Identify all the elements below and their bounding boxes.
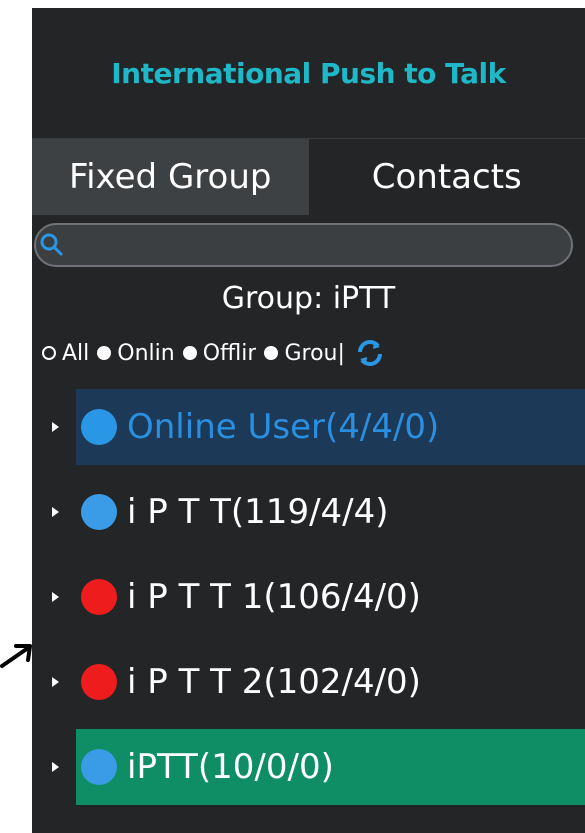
tree-row[interactable]: i P T T 2(102/4/0) — [32, 644, 585, 720]
status-dot — [81, 579, 117, 615]
tree-row-label: i P T T 1(106/4/0) — [127, 577, 421, 617]
current-group-label: Group: iPTT — [221, 281, 396, 316]
status-dot — [81, 494, 117, 530]
tab-bar: Fixed Group Contacts — [32, 139, 585, 215]
app-title: International Push to Talk — [111, 56, 506, 90]
tree-row-label: i P T T 2(102/4/0) — [127, 662, 421, 702]
expand-arrow-icon[interactable] — [52, 592, 59, 602]
filter-bar: All Onlin Offlir Grou| — [32, 331, 585, 375]
tab-fixed-group[interactable]: Fixed Group — [32, 139, 309, 215]
expand-arrow-icon[interactable] — [52, 422, 59, 432]
group-tree: Online User(4/4/0) i P T T(119/4/4) i P … — [32, 389, 585, 805]
status-dot — [81, 749, 117, 785]
expand-arrow-icon[interactable] — [52, 762, 59, 772]
expand-arrow-icon[interactable] — [52, 677, 59, 687]
expand-arrow-icon[interactable] — [52, 507, 59, 517]
pointer-arrow-icon — [0, 644, 32, 668]
title-bar: International Push to Talk — [32, 8, 585, 139]
radio-icon[interactable] — [42, 346, 56, 360]
filter-offline[interactable]: Offlir — [182, 340, 257, 366]
tree-row-label: i P T T(119/4/4) — [127, 492, 389, 532]
filter-group[interactable]: Grou| — [264, 340, 345, 366]
tree-row-label: Online User(4/4/0) — [127, 407, 440, 447]
search-icon[interactable] — [38, 231, 66, 259]
tree-row[interactable]: Online User(4/4/0) — [32, 389, 585, 465]
radio-icon[interactable] — [97, 346, 112, 360]
filter-online[interactable]: Onlin — [97, 340, 175, 366]
tree-row[interactable]: i P T T 1(106/4/0) — [32, 559, 585, 635]
filter-all[interactable]: All — [42, 341, 89, 366]
tree-row[interactable]: i P T T(119/4/4) — [32, 474, 585, 550]
filter-online-label: Onlin — [117, 340, 175, 366]
group-panel: International Push to Talk Fixed Group C… — [32, 8, 585, 833]
tree-row[interactable]: iPTT(10/0/0) — [32, 729, 585, 805]
radio-icon[interactable] — [264, 346, 279, 360]
filter-offline-label: Offlir — [202, 340, 257, 366]
tab-contacts[interactable]: Contacts — [309, 139, 585, 215]
filter-group-label: Grou| — [284, 340, 345, 366]
status-dot — [81, 664, 117, 700]
refresh-icon[interactable] — [355, 338, 385, 368]
tree-row-label: iPTT(10/0/0) — [127, 747, 334, 787]
search-input[interactable] — [70, 229, 561, 263]
search-box[interactable] — [34, 223, 573, 267]
filter-all-label: All — [62, 340, 90, 366]
status-dot — [81, 409, 117, 445]
radio-icon[interactable] — [182, 346, 197, 360]
